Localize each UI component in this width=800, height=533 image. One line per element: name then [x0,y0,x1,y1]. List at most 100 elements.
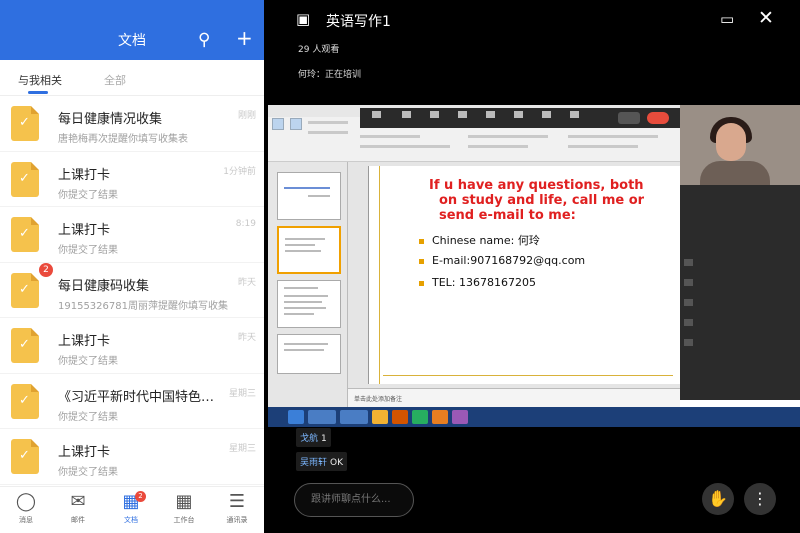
thumb-line [284,343,328,345]
taskbar-app [308,410,336,424]
ribbon-group [568,135,658,138]
video-figure [716,123,746,161]
doc-time: 星期三 [228,388,256,399]
slide-thumbnail [277,280,341,328]
list-item[interactable]: ✓ 上课打卡 你提交了结果 昨天 [0,318,264,374]
hand-icon: ✋ [708,489,728,508]
ribbon-group [360,135,420,138]
toolbar-icon [542,111,551,118]
meeting-title: 英语写作1 [326,14,391,30]
current-slide: If u have any questions, both on study a… [368,166,680,384]
toolbar-icon [570,111,579,118]
tab-related[interactable]: 与我相关 [18,72,62,88]
toolbar-icon [372,111,381,118]
nav-workbench[interactable]: ▦ 工作台 [158,491,210,525]
doc-title: 上课打卡 [58,167,111,183]
slide-text-line: If u have any questions, both [429,178,644,193]
thumb-line [285,244,315,246]
chat-entry [684,259,693,266]
video-figure [700,161,770,185]
meeting-chat-sidebar [680,185,800,400]
chat-entry [684,299,693,306]
chat-entry [684,319,693,326]
doc-time: 昨天 [237,277,256,288]
taskbar-app [372,410,388,424]
toolbar-icon [514,111,523,118]
doc-subtitle: 19155326781周丽萍提醒你填写收集表 [58,300,228,312]
form-doc-icon: ✓ [11,383,39,419]
nav-documents[interactable]: ▦ 2 文档 [105,491,157,525]
bullet-text: E-mail:907168792@qq.com [432,254,586,267]
paste-icon [272,118,284,130]
thumb-line [284,287,318,289]
slide-thumbnail [277,172,341,220]
doc-time: 星期三 [228,444,256,454]
raise-hand-button[interactable]: ✋ [702,483,734,515]
list-item[interactable]: ✓ 上课打卡 你提交了结果 星期三 [0,429,264,485]
bottom-nav: ◯ 消息 ✉ 邮件 ▦ 2 文档 ▦ 工作台 ☰ 通讯录 [0,486,264,533]
windows-taskbar [268,407,800,427]
list-item[interactable]: ✓ 2 每日健康码收集 19155326781周丽萍提醒你填写收集表 昨天 [0,262,264,318]
nav-label: 文档 [124,516,138,524]
thumb-line [308,195,330,197]
search-icon[interactable]: ⚲ [198,30,210,50]
more-options-button[interactable]: ⋮ [744,483,776,515]
page-title: 文档 [118,33,146,49]
toolbar-button [618,112,640,124]
slide-bullet: E-mail:907168792@qq.com [419,254,585,267]
nav-label: 消息 [19,516,33,524]
window-mode-icon[interactable]: ▭ [720,10,734,28]
form-doc-icon: ✓ [11,106,39,141]
form-doc-icon: ✓ [11,272,39,308]
nav-label: 工作台 [173,516,195,524]
close-icon[interactable]: ✕ [758,7,774,29]
list-item[interactable]: ✓ 上课打卡 你提交了结果 1分钟前 [0,152,264,207]
ribbon-group [308,121,348,124]
bullet-marker [419,258,424,264]
nav-mail[interactable]: ✉ 邮件 [52,491,104,525]
taskbar-app [340,410,368,424]
thumb-line [285,250,321,252]
list-item[interactable]: ✓ 上课打卡 你提交了结果 8:19 [0,207,264,263]
doc-title: 上课打卡 [58,445,111,460]
docs-panel: 文档 ⚲ + 与我相关 全部 ✓ 每日健康情况收集 唐艳梅再次提醒你填写收集表 … [0,0,264,533]
slide-border [379,166,380,384]
mail-icon: ✉ [70,491,86,512]
nav-messages[interactable]: ◯ 消息 [0,491,52,525]
chat-user: 吴雨轩 [300,458,328,468]
ribbon-group [308,131,348,134]
doc-subtitle: 你提交了结果 [58,245,118,256]
chat-input[interactable]: 跟讲师聊点什么... [294,483,414,517]
taskbar-app [392,410,408,424]
list-item[interactable]: ✓ 《习近平新时代中国特色… 你提交了结果 星期三 [0,374,264,429]
taskbar-app [452,410,468,424]
slide-notes: 单击此处添加备注 [348,388,680,407]
add-icon[interactable]: + [236,28,253,48]
list-item[interactable]: ✓ 每日健康情况收集 唐艳梅再次提醒你填写收集表 刚刚 [0,96,264,152]
doc-time: 昨天 [237,333,256,343]
form-doc-icon: ✓ [11,161,39,197]
chat-text: OK [330,458,344,468]
chat-message: 戈航 1 [296,428,331,447]
shared-screen: If u have any questions, both on study a… [268,105,800,427]
contacts-icon: ☰ [228,491,246,512]
start-button-icon [288,410,304,424]
doc-list: ✓ 每日健康情况收集 唐艳梅再次提醒你填写收集表 刚刚 ✓ 上课打卡 你提交了结… [0,96,264,485]
thumb-line [284,295,328,297]
thumb-line [284,313,314,315]
doc-subtitle: 你提交了结果 [58,356,118,367]
thumb-line [284,307,326,309]
expand-icon[interactable]: ▣ [296,10,310,28]
slide-text-line: on study and life, call me or [439,193,645,208]
nav-label: 通讯录 [226,516,248,524]
doc-title: 每日健康码收集 [58,278,150,294]
bullet-text: Chinese name: 何玲 [432,234,540,247]
taskbar-app [412,410,428,424]
active-tab-indicator [28,91,48,94]
document-icon: ▦ [122,491,140,512]
thumb-line [284,349,324,351]
tab-all[interactable]: 全部 [104,72,126,88]
doc-subtitle: 唐艳梅再次提醒你填写收集表 [58,134,188,145]
doc-title: 每日健康情况收集 [58,112,163,127]
nav-contacts[interactable]: ☰ 通讯录 [211,491,263,525]
